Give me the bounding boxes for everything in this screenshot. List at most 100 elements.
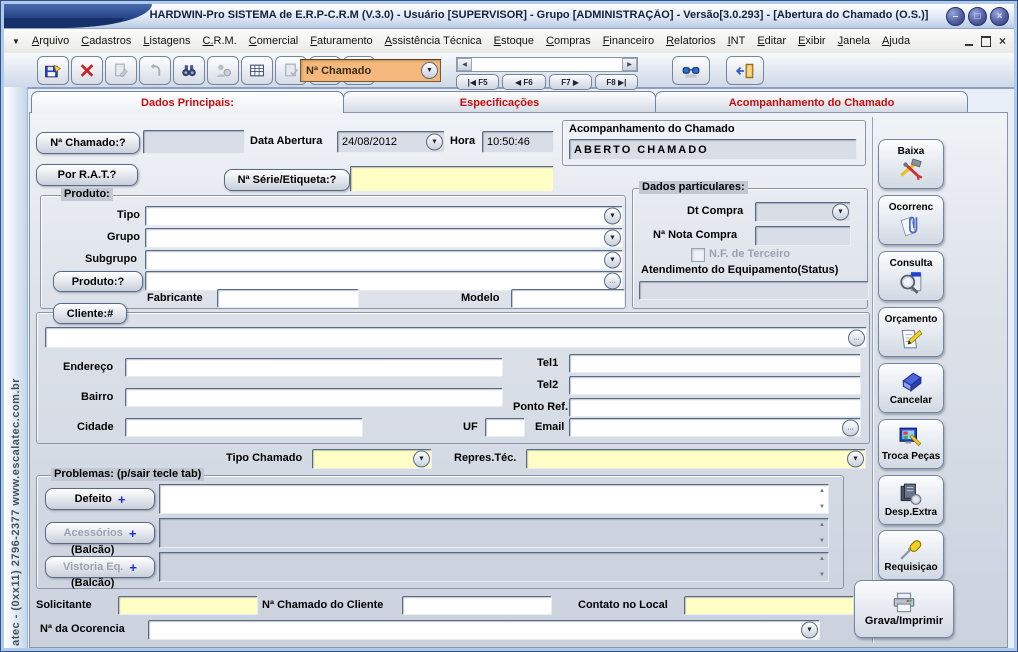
menu-item-compras[interactable]: Compras <box>540 33 597 49</box>
data-abertura-combo[interactable]: 24/08/2012 ▼ <box>337 131 445 153</box>
menu-item-arquivo[interactable]: Arquivo <box>26 33 75 49</box>
bairro-input[interactable] <box>125 388 503 407</box>
system-menu-caret-icon[interactable]: ▼ <box>12 37 20 46</box>
subgrupo-combo[interactable]: ▼ <box>145 250 623 270</box>
menu-item-editar[interactable]: Editar <box>751 33 792 49</box>
por-rat-button[interactable]: Por R.A.T.? <box>36 164 138 186</box>
modelo-input[interactable] <box>511 289 625 308</box>
contato-local-input[interactable] <box>684 596 854 615</box>
grava-imprimir-button[interactable]: Grava/Imprimir <box>854 580 954 638</box>
hora-input[interactable]: 10:50:46 <box>482 131 554 153</box>
dt-compra-combo[interactable]: ▼ <box>755 202 851 222</box>
mdi-restore-icon[interactable] <box>981 36 991 47</box>
chamado-cliente-input[interactable] <box>402 596 552 615</box>
mdi-close-icon[interactable]: × <box>999 37 1006 45</box>
baixa-button[interactable]: Baixa <box>878 139 944 189</box>
uf-input[interactable] <box>485 418 525 437</box>
undo-button[interactable] <box>139 56 171 85</box>
menu-item-cadastros[interactable]: Cadastros <box>75 33 137 49</box>
cancelar-button[interactable]: Cancelar <box>878 363 944 413</box>
email-input[interactable]: … <box>569 418 861 437</box>
exit-button[interactable] <box>726 56 764 85</box>
chevron-down-icon[interactable]: ▼ <box>604 230 621 247</box>
serie-etiqueta-button[interactable]: Nª Série/Etiqueta:? <box>224 169 350 191</box>
close-button[interactable]: × <box>990 7 1009 26</box>
ocorencia-combo[interactable]: ▼ <box>148 620 820 640</box>
cliente-lookup-button[interactable]: Cliente:# <box>53 303 127 324</box>
memo-scroll-down-icon[interactable]: ▼ <box>819 504 825 510</box>
minimize-button[interactable]: – <box>946 7 965 26</box>
tipo-combo[interactable]: ▼ <box>145 206 623 226</box>
scroll-left-icon[interactable]: ◀ <box>457 58 472 71</box>
vistoria-add-button[interactable]: Vistoria Eq. + <box>45 556 155 578</box>
menu-item-estoque[interactable]: Estoque <box>488 33 540 49</box>
menu-item-int[interactable]: INT <box>722 33 752 49</box>
orcamento-button[interactable]: Orçamento <box>878 307 944 357</box>
ponto-ref-input[interactable] <box>569 398 861 417</box>
solicitante-input[interactable] <box>118 596 258 615</box>
mdi-minimize-icon[interactable] <box>965 36 973 46</box>
menu-item-comercial[interactable]: Comercial <box>243 33 305 49</box>
edit-button[interactable] <box>105 56 137 85</box>
tipo-chamado-combo[interactable]: ▼ <box>312 449 432 469</box>
menu-item-c-r-m[interactable]: C.R.M. <box>197 33 243 49</box>
chevron-down-icon[interactable]: ▼ <box>847 451 864 468</box>
menu-item-janela[interactable]: Janela <box>832 33 876 49</box>
acessorios-add-button[interactable]: Acessórios + <box>45 522 155 544</box>
menu-item-relatorios[interactable]: Relatorios <box>660 33 722 49</box>
tel1-input[interactable] <box>569 354 861 373</box>
ellipsis-lookup-icon[interactable]: … <box>604 273 621 290</box>
nf-terceiro-checkbox[interactable] <box>691 248 705 262</box>
chevron-down-icon[interactable]: ▼ <box>832 204 849 221</box>
nav-button-f5[interactable]: |◀ F5 <box>456 74 499 90</box>
chevron-down-icon[interactable]: ▼ <box>801 622 818 639</box>
produto-input[interactable]: … <box>145 271 623 291</box>
chevron-down-icon[interactable]: ▼ <box>426 134 443 151</box>
ellipsis-lookup-icon[interactable]: … <box>848 329 865 346</box>
chevron-down-icon[interactable]: ▼ <box>413 451 430 468</box>
chevron-down-icon[interactable]: ▼ <box>604 252 621 269</box>
ellipsis-lookup-icon[interactable]: … <box>842 419 859 436</box>
menu-item-financeiro[interactable]: Financeiro <box>597 33 660 49</box>
repres-tec-combo[interactable]: ▼ <box>526 449 866 469</box>
search-mode-combo[interactable]: Nª Chamado ▼ <box>300 59 441 82</box>
desp-extra-button[interactable]: Desp.Extra <box>878 475 944 525</box>
view-details-button[interactable] <box>672 56 710 85</box>
search-button[interactable] <box>173 56 205 85</box>
maximize-button[interactable]: □ <box>968 7 987 26</box>
menu-item-exibir[interactable]: Exibir <box>792 33 832 49</box>
defeito-memo[interactable]: ▲ ▼ <box>159 484 829 514</box>
nav-button-f8[interactable]: F8 ▶| <box>595 74 638 90</box>
tab-acompanhamento[interactable]: Acompanhamento do Chamado <box>655 91 968 113</box>
nav-button-f6[interactable]: ◀ F6 <box>502 74 545 90</box>
nav-button-f7[interactable]: F7 ▶ <box>549 74 592 90</box>
menu-item-ajuda[interactable]: Ajuda <box>876 33 916 49</box>
grupo-combo[interactable]: ▼ <box>145 228 623 248</box>
numero-chamado-button[interactable]: Nª Chamado:? <box>36 132 140 154</box>
cidade-input[interactable] <box>125 418 363 437</box>
tab-especificacoes[interactable]: Especificações <box>343 91 656 113</box>
serie-etiqueta-input[interactable] <box>350 166 554 192</box>
tel2-input[interactable] <box>569 376 861 395</box>
defeito-add-button[interactable]: Defeito + <box>45 488 155 510</box>
fabricante-input[interactable] <box>217 289 359 308</box>
user-config-button[interactable] <box>207 56 239 85</box>
scroll-track[interactable] <box>472 58 622 71</box>
save-button[interactable] <box>37 56 69 85</box>
record-scrollbar[interactable]: ◀ ▶ <box>456 57 638 72</box>
grid-button[interactable] <box>241 56 273 85</box>
scroll-right-icon[interactable]: ▶ <box>622 58 637 71</box>
menu-item-assist-ncia-t-cnica[interactable]: Assistência Técnica <box>379 33 488 49</box>
nota-compra-input[interactable] <box>755 226 851 246</box>
chevron-down-icon[interactable]: ▼ <box>421 62 438 79</box>
menu-item-listagens[interactable]: Listagens <box>137 33 196 49</box>
ocorrencia-button[interactable]: Ocorrenc <box>878 195 944 245</box>
cliente-nome-input[interactable]: … <box>45 327 867 348</box>
produto-lookup-button[interactable]: Produto:? <box>53 271 143 292</box>
tab-dados-principais[interactable]: Dados Principais: <box>31 91 344 113</box>
chevron-down-icon[interactable]: ▼ <box>604 208 621 225</box>
requisicao-button[interactable]: Requisiçao <box>878 530 944 580</box>
menu-item-faturamento[interactable]: Faturamento <box>304 33 378 49</box>
endereco-input[interactable] <box>125 358 503 377</box>
numero-chamado-input[interactable] <box>143 130 245 154</box>
